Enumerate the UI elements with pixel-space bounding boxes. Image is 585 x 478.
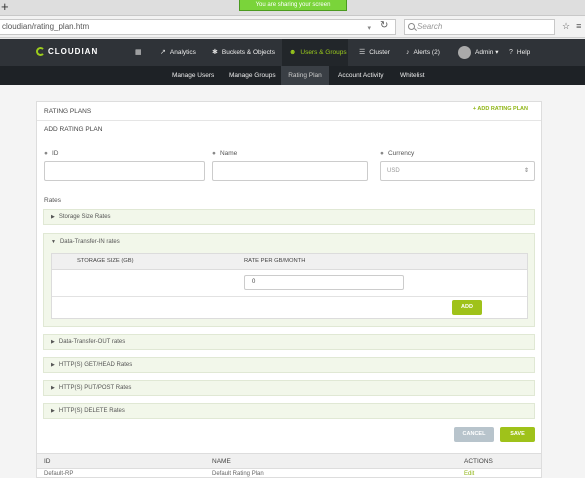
accordion-transfer-in-rates: ▼ Data-Transfer-IN rates STORAGE SIZE (GB…	[43, 233, 535, 327]
currency-value: USD	[387, 168, 400, 174]
browser-search-input[interactable]: Search	[404, 19, 555, 35]
rating-plans-table-header: ID NAME ACTIONS	[37, 453, 541, 469]
panel-header: RATING PLANS + ADD RATING PLAN	[37, 102, 541, 121]
bell-icon: ♪	[406, 49, 410, 56]
rating-plans-panel: RATING PLANS + ADD RATING PLAN ADD RATIN…	[36, 101, 542, 478]
select-caret-icon: ⇕	[523, 168, 529, 174]
nav-help[interactable]: ? Help	[509, 39, 530, 66]
row-id: Default-RP	[44, 471, 74, 477]
users-icon: ☻	[289, 49, 297, 56]
currency-label: ● Currency	[380, 150, 415, 157]
col-id: ID	[44, 458, 51, 465]
logo-text: CLOUDIAN	[48, 47, 99, 56]
accordion-transfer-out-rates[interactable]: ▶ Data-Transfer-OUT rates	[43, 334, 535, 350]
nav-cluster[interactable]: ☰ Cluster	[359, 39, 390, 66]
nav-users-groups[interactable]: ☻ Users & Groups	[282, 39, 348, 66]
form-title: ADD RATING PLAN	[44, 126, 103, 133]
accordion-put-post-rates[interactable]: ▶ HTTP(S) PUT/POST Rates	[43, 380, 535, 396]
nav-label: Analytics	[169, 49, 196, 56]
cancel-button[interactable]: CANCEL	[454, 427, 494, 442]
screen-share-banner: You are sharing your screen	[239, 0, 347, 11]
accordion-header[interactable]: ▼ Data-Transfer-IN rates	[51, 239, 120, 245]
chevron-right-icon: ▶	[51, 408, 55, 414]
subnav-manage-groups[interactable]: Manage Groups	[229, 66, 276, 85]
gear-icon: ✱	[212, 49, 218, 56]
col-name: NAME	[212, 458, 231, 465]
chevron-right-icon: ▶	[51, 339, 55, 345]
rate-input[interactable]: 0	[244, 275, 404, 290]
chevron-right-icon: ▶	[51, 362, 55, 368]
nav-label: Buckets & Objects	[221, 49, 275, 56]
browser-toolbar: cloudian/rating_plan.htm ▾ ↻ Search ☆≡	[0, 16, 585, 38]
chevron-down-icon: ▼	[51, 239, 56, 245]
nav-buckets-objects[interactable]: ✱ Buckets & Objects	[212, 39, 275, 66]
search-placeholder: Search	[417, 22, 443, 31]
search-icon	[408, 23, 415, 30]
user-icon: ●	[44, 150, 48, 157]
nav-alerts[interactable]: ♪ Alerts (2)	[406, 39, 440, 66]
chart-icon: ↗	[160, 49, 166, 56]
subnav-whitelist[interactable]: Whitelist	[400, 66, 425, 85]
page-title: RATING PLANS	[44, 108, 92, 115]
server-icon: ☰	[359, 49, 366, 56]
chevron-right-icon: ▶	[51, 214, 55, 220]
cloudian-logo[interactable]: CLOUDIAN	[36, 47, 98, 56]
add-rate-button[interactable]: ADD	[452, 300, 482, 315]
rates-label: Rates	[44, 197, 61, 204]
logo-icon	[36, 47, 45, 56]
accordion-storage-size-rates[interactable]: ▶ Storage Size Rates	[43, 209, 535, 225]
add-rating-plan-link[interactable]: + ADD RATING PLAN	[473, 106, 528, 112]
subnav-manage-users[interactable]: Manage Users	[172, 66, 214, 85]
subnav-account-activity[interactable]: Account Activity	[338, 66, 384, 85]
browser-menu-icons[interactable]: ☆≡	[562, 21, 585, 32]
id-input[interactable]	[44, 161, 205, 181]
col-actions: ACTIONS	[464, 458, 493, 465]
help-icon: ?	[509, 49, 513, 56]
table-header: STORAGE SIZE (GB) RATE PER GB/MONTH	[52, 254, 527, 270]
nav-analytics[interactable]: ↗ Analytics	[160, 39, 196, 66]
url-dropdown-icon[interactable]: ▾	[367, 22, 371, 36]
col-storage-size: STORAGE SIZE (GB)	[77, 258, 134, 264]
accordion-delete-rates[interactable]: ▶ HTTP(S) DELETE Rates	[43, 403, 535, 419]
avatar	[458, 45, 471, 59]
nav-label: Admin ▾	[475, 49, 499, 56]
user-icon: ●	[212, 150, 216, 157]
nav-label: Users & Groups	[300, 49, 347, 56]
nav-admin[interactable]: Admin ▾	[458, 39, 499, 66]
currency-icon: ●	[380, 150, 384, 157]
edit-link[interactable]: Edit	[464, 471, 474, 477]
col-rate: RATE PER GB/MONTH	[244, 258, 306, 264]
nav-label: Help	[516, 49, 531, 56]
id-label: ● ID	[44, 150, 59, 157]
name-label: ● Name	[212, 150, 238, 157]
currency-select[interactable]: USD ⇕	[380, 161, 535, 181]
url-text: cloudian/rating_plan.htm	[2, 22, 90, 31]
row-name: Default Rating Plan	[212, 471, 264, 477]
save-button[interactable]: SAVE	[500, 427, 535, 442]
nav-label: Alerts (2)	[413, 49, 440, 56]
nav-label: Cluster	[369, 49, 390, 56]
reload-icon[interactable]: ↻	[380, 20, 388, 31]
accordion-get-head-rates[interactable]: ▶ HTTP(S) GET/HEAD Rates	[43, 357, 535, 373]
chevron-right-icon: ▶	[51, 385, 55, 391]
dashboard-grid-icon[interactable]: ▦	[135, 39, 146, 66]
name-input[interactable]	[212, 161, 368, 181]
table-row: Default-RP Default Rating Plan Edit	[37, 469, 541, 478]
transfer-in-table: STORAGE SIZE (GB) RATE PER GB/MONTH 0 AD…	[51, 253, 528, 319]
address-bar[interactable]: cloudian/rating_plan.htm ▾	[0, 19, 396, 35]
table-row: 0	[52, 270, 527, 297]
subnav-rating-plan[interactable]: Rating Plan	[281, 66, 329, 85]
sub-nav: Manage Users Manage Groups Rating Plan A…	[0, 66, 585, 85]
app-header: CLOUDIAN ▦ ↗ Analytics ✱ Buckets & Objects…	[0, 39, 585, 66]
new-tab-icon[interactable]: +	[1, 0, 9, 14]
